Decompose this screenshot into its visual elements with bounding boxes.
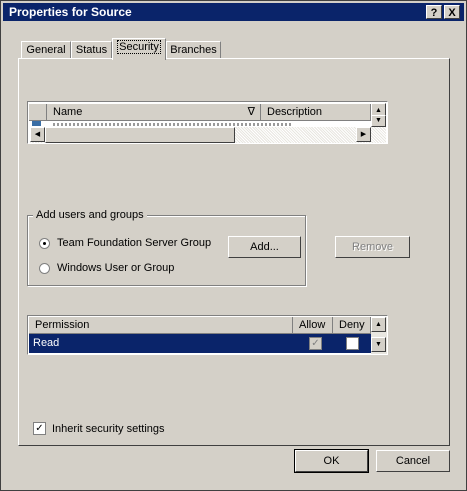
tab-general[interactable]: General <box>21 41 71 58</box>
sort-indicator-icon: ∇ <box>247 106 255 118</box>
scroll-right-icon[interactable]: ▶ <box>356 127 371 142</box>
column-header-allow: Allow <box>293 317 333 334</box>
add-button[interactable]: Add... <box>228 236 301 258</box>
deny-checkbox[interactable] <box>346 337 359 350</box>
group-icon <box>32 121 41 126</box>
remove-button[interactable]: Remove <box>335 236 410 258</box>
cancel-button[interactable]: Cancel <box>376 450 450 472</box>
ok-button[interactable]: OK <box>294 449 369 473</box>
permissions-table[interactable]: Permission Allow Deny Read ✓ ▲ ▼ <box>27 315 388 355</box>
scroll-down-icon[interactable]: ▼ <box>371 115 386 127</box>
tab-status[interactable]: Status <box>71 41 112 58</box>
help-button[interactable]: ? <box>426 5 442 19</box>
title-bar[interactable]: Properties for Source ? X <box>3 3 464 21</box>
column-header-permission: Permission <box>29 317 293 334</box>
column-header-description[interactable]: Description <box>261 104 371 121</box>
list-item-partial[interactable] <box>53 123 293 126</box>
column-header-name[interactable]: Name ∇ <box>47 104 261 121</box>
radio-windows-user-label[interactable]: Windows User or Group <box>57 262 174 274</box>
radio-windows-user[interactable] <box>39 263 50 274</box>
permission-name: Read <box>33 337 60 349</box>
users-list[interactable]: Name ∇ Description ▲ ▼ ◀ ▶ <box>27 101 388 144</box>
close-button[interactable]: X <box>444 5 460 19</box>
radio-tfs-group-label[interactable]: Team Foundation Server Group <box>57 237 211 249</box>
tab-branches[interactable]: Branches <box>166 41 221 58</box>
properties-dialog: Properties for Source ? X General Status… <box>0 0 467 491</box>
allow-checkbox[interactable]: ✓ <box>309 337 322 350</box>
column-header-deny: Deny <box>333 317 371 334</box>
permissions-scrollbar[interactable]: ▲ ▼ <box>371 317 387 354</box>
dialog-title: Properties for Source <box>9 5 132 19</box>
inherit-label[interactable]: Inherit security settings <box>52 423 165 435</box>
inherit-checkbox[interactable]: ✓ <box>33 422 46 435</box>
tab-security[interactable]: Security <box>112 38 166 60</box>
add-users-legend: Add users and groups <box>33 209 147 221</box>
scroll-down-icon[interactable]: ▼ <box>371 337 386 352</box>
radio-tfs-group[interactable] <box>39 238 50 249</box>
list-header-icon-column <box>29 104 47 121</box>
scroll-up-icon[interactable]: ▲ <box>371 317 386 332</box>
horizontal-scrollbar[interactable]: ◀ ▶ <box>30 127 386 143</box>
scroll-left-icon[interactable]: ◀ <box>30 127 45 142</box>
scroll-thumb[interactable] <box>45 127 235 143</box>
table-row[interactable]: Read ✓ <box>29 334 371 353</box>
